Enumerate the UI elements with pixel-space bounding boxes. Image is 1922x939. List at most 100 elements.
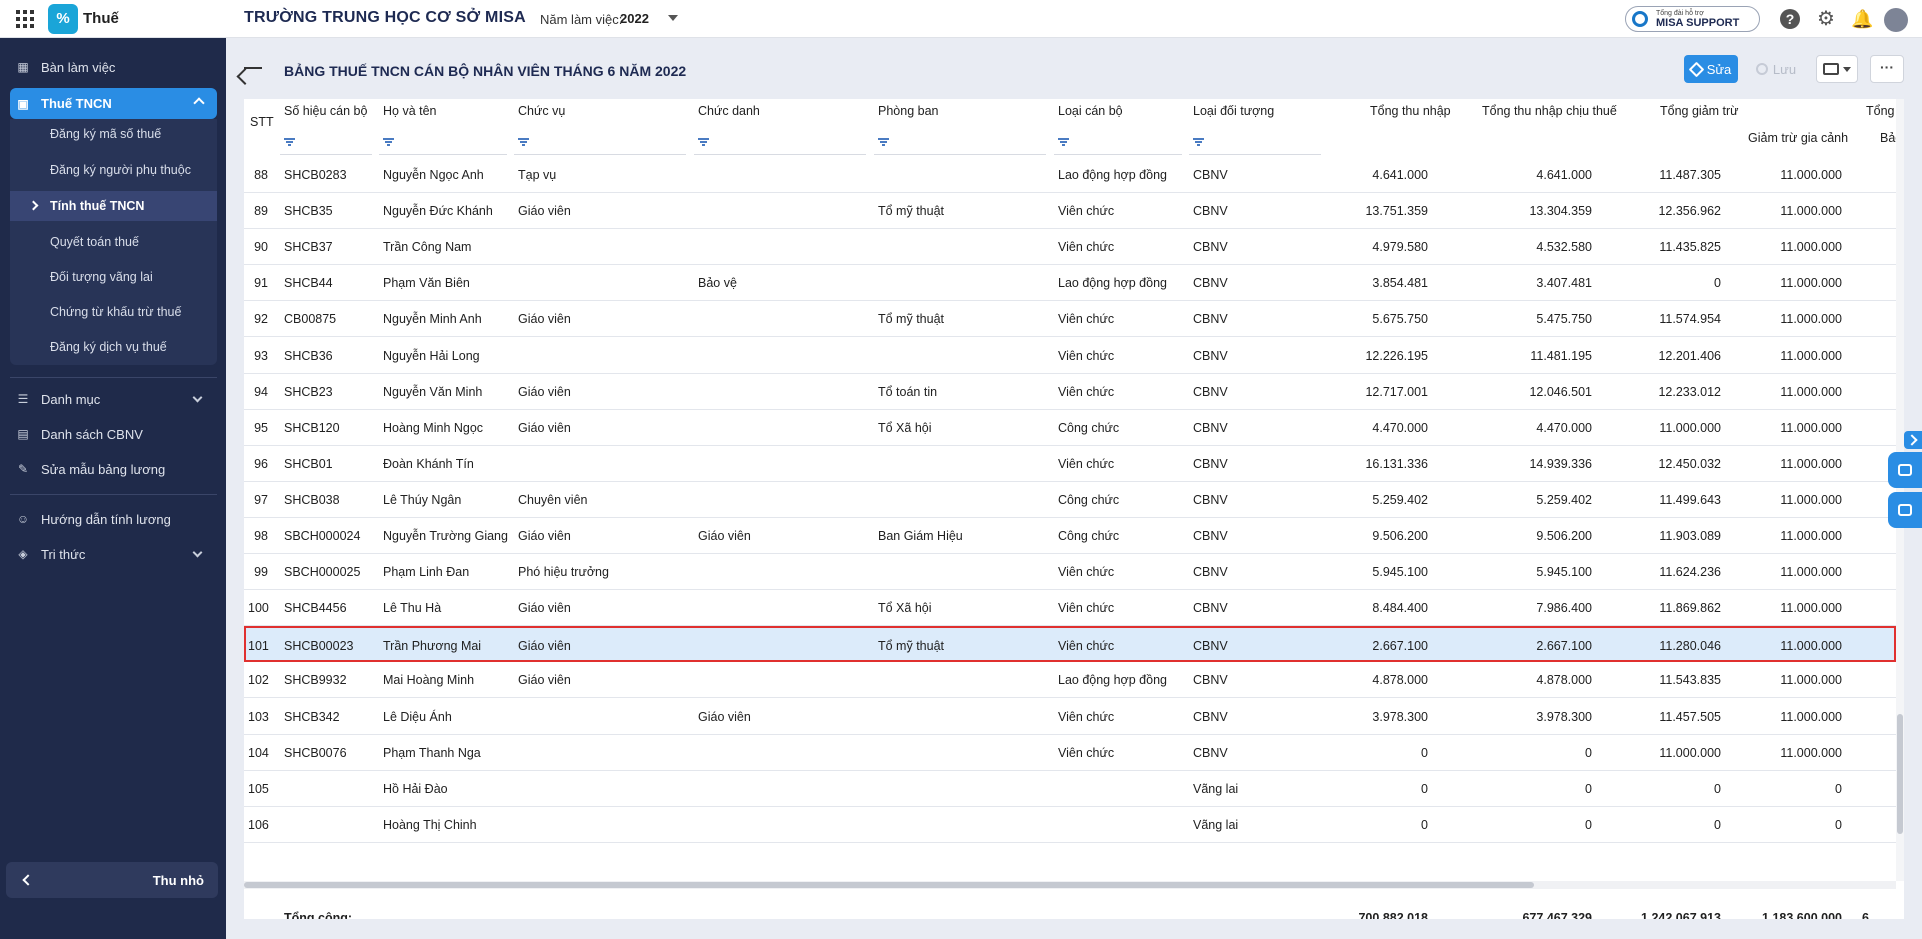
table-row[interactable]: 88 SHCB0283 Nguyễn Ngọc Anh Tạp vụ Lao động … xyxy=(244,157,1896,193)
table-row[interactable]: 91 SHCB44 Phạm Văn Biên Bảo vệ Lao động hợp … xyxy=(244,265,1896,302)
submenu-item-withholding-docs[interactable]: Chứng từ khấu trừ thuế xyxy=(10,297,217,327)
col-stt[interactable]: STT xyxy=(250,115,274,129)
bell-icon[interactable]: 🔔 xyxy=(1851,9,1873,29)
table-row[interactable]: 106 Hoàng Thị Chinh Vãng lai 0 0 0 0 xyxy=(244,807,1896,843)
table-row[interactable]: 89 SHCB35 Nguyễn Đức Khánh Giáo viên Tổ mỹ t… xyxy=(244,193,1896,230)
filter-icon[interactable] xyxy=(383,138,394,146)
chat-support-button[interactable] xyxy=(1888,452,1922,488)
feedback-button[interactable] xyxy=(1888,492,1922,528)
guide-icon: ☺ xyxy=(16,512,30,526)
collapse-sidebar-button[interactable]: Thu nhỏ xyxy=(6,862,218,898)
cell-type: Viên chức xyxy=(1058,709,1115,724)
cell-code: SHCB23 xyxy=(284,384,333,399)
scroll-thumb[interactable] xyxy=(244,882,1534,888)
submenu-item-non-resident[interactable]: Đối tượng vãng lai xyxy=(10,262,217,292)
cell-type: Viên chức xyxy=(1058,456,1115,471)
col-target[interactable]: Loại đối tượng xyxy=(1193,104,1274,118)
col-position[interactable]: Chức vụ xyxy=(518,104,565,118)
back-arrow-icon[interactable] xyxy=(244,67,262,69)
sidebar-item-knowledge[interactable]: ◈ Tri thức xyxy=(10,539,217,569)
table-row[interactable]: 93 SHCB36 Nguyễn Hải Long Viên chức CBNV 12.2… xyxy=(244,338,1896,374)
gear-icon[interactable]: ⚙ xyxy=(1816,9,1836,29)
cell-position: Phó hiệu trưởng xyxy=(518,565,609,580)
cell-family: 11.000.000 xyxy=(1780,673,1842,688)
sidebar-item-payroll-guide[interactable]: ☺ Hướng dẫn tính lương xyxy=(10,504,217,534)
table-row[interactable]: 99 SBCH000025 Phạm Linh Đan Phó hiệu trưởng… xyxy=(244,554,1896,591)
cell-stt: 105 xyxy=(248,781,269,796)
table-row[interactable]: 103 SHCB342 Lê Diệu Ánh Giáo viên Viên chức C… xyxy=(244,699,1896,735)
filter-icon[interactable] xyxy=(1193,138,1204,146)
table-row[interactable]: 94 SHCB23 Nguyễn Văn Minh Giáo viên Tổ toán … xyxy=(244,374,1896,410)
col-dept[interactable]: Phòng ban xyxy=(878,104,938,118)
table-row[interactable]: 102 SHCB9932 Mai Hoàng Minh Giáo viên Lao độ… xyxy=(244,662,1896,699)
sidebar-item-edit-payroll-template[interactable]: ✎ Sửa mẫu bảng lương xyxy=(10,454,217,484)
year-select[interactable]: 2022 xyxy=(620,11,649,26)
submenu-tncn: Đăng ký mã số thuế Đăng ký người phụ thu… xyxy=(10,119,217,365)
filter-icon[interactable] xyxy=(878,138,889,146)
col-title[interactable]: Chức danh xyxy=(698,104,760,118)
cell-family: 11.000.000 xyxy=(1780,312,1842,327)
apps-grid-icon[interactable] xyxy=(16,9,34,28)
sidebar-item-desk[interactable]: ▦ Bàn làm việc xyxy=(10,52,217,82)
table-row[interactable]: 98 SBCH000024 Nguyễn Trường Giang Giáo viên… xyxy=(244,518,1896,554)
table-row[interactable]: 95 SHCB120 Hoàng Minh Ngọc Giáo viên Tổ Xã h… xyxy=(244,410,1896,446)
cell-taxable: 0 xyxy=(1585,817,1592,832)
tax-icon: ▣ xyxy=(17,96,29,111)
app-logo-icon[interactable]: % xyxy=(48,3,78,34)
col-income[interactable]: Tổng thu nhập xyxy=(1370,104,1451,118)
col-type[interactable]: Loại cán bộ xyxy=(1058,104,1123,118)
cell-taxable: 14.939.336 xyxy=(1529,456,1592,471)
filter-icon[interactable] xyxy=(284,138,295,146)
cell-code: SHCB01 xyxy=(284,456,333,471)
cell-position: Giáo viên xyxy=(518,204,571,219)
col-deduct[interactable]: Tổng giảm trừ xyxy=(1660,104,1739,118)
save-button[interactable]: Lưu xyxy=(1750,55,1802,83)
col-taxable[interactable]: Tổng thu nhập chịu thuế xyxy=(1482,104,1617,118)
support-icon xyxy=(1632,11,1648,27)
table-row[interactable]: 97 SHCB038 Lê Thúy Ngân Chuyên viên Công chứ… xyxy=(244,482,1896,518)
filter-icon[interactable] xyxy=(518,138,529,146)
table-row[interactable]: 104 SHCB0076 Phạm Thanh Nga Viên chức CBNV 0 0… xyxy=(244,735,1896,771)
chevron-down-icon[interactable] xyxy=(668,15,678,21)
col-code[interactable]: Số hiệu cán bộ xyxy=(284,104,367,118)
cell-dept: Tổ mỹ thuật xyxy=(878,639,944,654)
support-button[interactable]: Tổng đài hỗ trợ MISA SUPPORT xyxy=(1625,6,1760,32)
cell-income: 8.484.400 xyxy=(1372,601,1428,616)
table-row[interactable]: 90 SHCB37 Trần Công Nam Viên chức CBNV 4.979.… xyxy=(244,229,1896,266)
cell-income: 4.641.000 xyxy=(1372,168,1428,182)
print-button[interactable] xyxy=(1816,55,1858,83)
edit-button[interactable]: Sửa xyxy=(1684,55,1738,83)
table-row[interactable]: 96 SHCB01 Đoàn Khánh Tín Viên chức CBNV 16.13… xyxy=(244,446,1896,482)
sidebar-item-catalog[interactable]: ☰ Danh mục xyxy=(10,384,217,414)
sidebar-item-staff-list[interactable]: ▤ Danh sách CBNV xyxy=(10,419,217,449)
submenu-item-register-tax-code[interactable]: Đăng ký mã số thuế xyxy=(10,119,217,149)
cell-deduct: 11.499.643 xyxy=(1659,492,1721,507)
scroll-thumb[interactable] xyxy=(1897,714,1903,834)
table-row[interactable]: 105 Hồ Hải Đào Vãng lai 0 0 0 0 xyxy=(244,771,1896,807)
sidebar-item-tncn[interactable]: ▣ Thuế TNCN xyxy=(10,88,217,119)
cell-name: Phạm Thanh Nga xyxy=(383,745,481,760)
vertical-scrollbar[interactable] xyxy=(1896,99,1904,881)
more-button[interactable]: ··· xyxy=(1870,55,1904,83)
filter-icon[interactable] xyxy=(1058,138,1069,146)
title-row: BẢNG THUẾ TNCN CÁN BỘ NHÂN VIÊN THÁNG 6 … xyxy=(244,49,1904,97)
submenu-item-tax-settlement[interactable]: Quyết toán thuế xyxy=(10,227,217,257)
submenu-item-calc-tax[interactable]: Tính thuế TNCN xyxy=(10,191,217,221)
table-row[interactable]: 100 SHCB4456 Lê Thu Hà Giáo viên Tổ Xã hội Vi… xyxy=(244,590,1896,627)
cell-type: Lao động hợp đồng xyxy=(1058,168,1167,182)
table-row[interactable]: 92 CB00875 Nguyễn Minh Anh Giáo viên Tổ mỹ t… xyxy=(244,301,1896,338)
submenu-item-tax-service[interactable]: Đăng ký dịch vụ thuế xyxy=(10,332,217,362)
horizontal-scrollbar[interactable] xyxy=(244,881,1896,889)
table-row[interactable]: 101 SHCB00023 Trần Phương Mai Giáo viên Tổ m… xyxy=(244,626,1896,663)
cell-position: Giáo viên xyxy=(518,420,571,435)
avatar[interactable] xyxy=(1884,8,1908,32)
col-family-deduct[interactable]: Giảm trừ gia cảnh xyxy=(1748,131,1848,145)
cell-taxable: 11.481.195 xyxy=(1530,348,1592,363)
col-name[interactable]: Họ và tên xyxy=(383,104,437,118)
expand-panel-button[interactable] xyxy=(1904,431,1922,449)
submenu-item-register-dependents[interactable]: Đăng ký người phụ thuộc xyxy=(10,155,217,185)
filter-icon[interactable] xyxy=(698,138,709,146)
cell-type: Lao động hợp đồng xyxy=(1058,673,1167,688)
cell-type: Công chức xyxy=(1058,492,1120,507)
help-icon[interactable]: ? xyxy=(1780,9,1800,29)
